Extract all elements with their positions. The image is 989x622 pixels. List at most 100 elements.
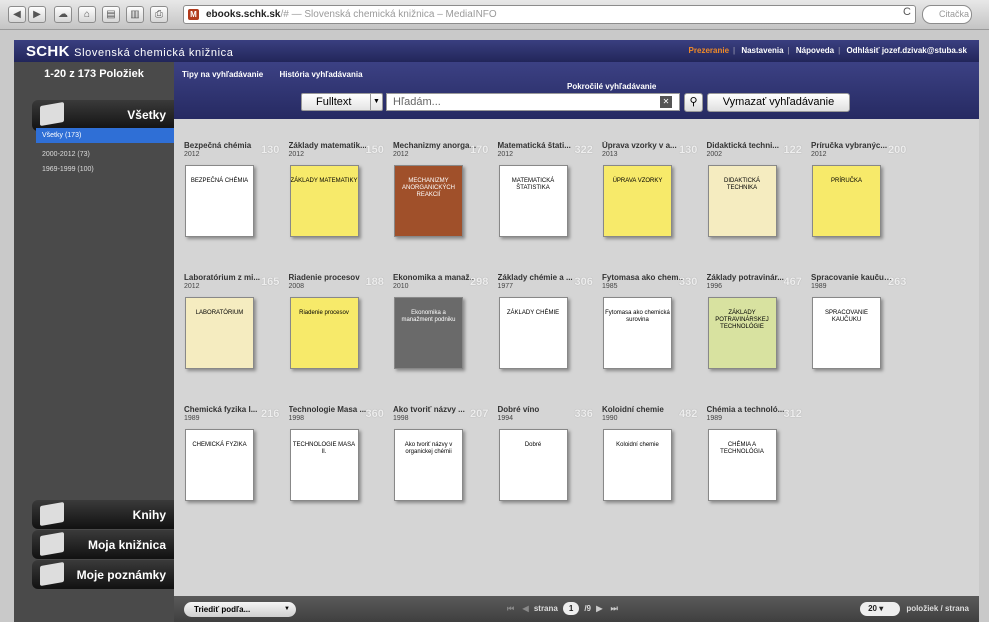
sidebar-books-button[interactable]: Knihy — [32, 500, 174, 529]
search-tabs: Tipy na vyhľadávanie História vyhľadávan… — [182, 70, 377, 79]
book-card[interactable]: Matematická štati... 2012 322 MATEMATICKÁ Š… — [498, 141, 602, 269]
page-number-input[interactable]: 1 — [563, 602, 580, 615]
book-card[interactable]: Mechanizmy anorga... 2012 170 MECHANIZMY AN… — [393, 141, 497, 269]
book-cover[interactable]: Fytomasa ako chemická surovina — [603, 297, 672, 369]
book-card[interactable]: Technologie Masa ... 1998 360 TECHNOLOGIE M… — [289, 405, 393, 533]
book-cover[interactable]: DIDAKTICKÁ TECHNIKA — [707, 165, 777, 237]
nav-help[interactable]: Nápoveda — [796, 46, 834, 55]
cloud-icon[interactable]: ☁ — [54, 6, 72, 23]
books-stack-icon — [40, 101, 64, 127]
book-card[interactable]: Riadenie procesov 2008 188 Riadenie proceso… — [289, 273, 393, 401]
book-year: 1989 — [811, 283, 827, 290]
book-cover[interactable]: MATEMATICKÁ ŠTATISTIKA — [498, 165, 568, 237]
book-card[interactable]: Fytomasa ako chem... 1985 330 Fytomasa ako … — [602, 273, 706, 401]
book-pages: 130 — [261, 144, 280, 156]
book-card[interactable]: Dobré víno 1994 336 Dobré — [498, 405, 602, 533]
book-card[interactable]: Ako tvoriť názvy ... 1998 207 Ako tvoriť ná… — [393, 405, 497, 533]
book-pages: 150 — [365, 144, 384, 156]
sidebar-all-button[interactable]: Všetky — [32, 100, 174, 131]
search-mode-select[interactable]: Fulltext ▼ — [301, 93, 383, 111]
book-card[interactable]: Príručka vybranýc... 2012 200 PRÍRUČKA — [811, 141, 915, 269]
book-year: 1996 — [706, 283, 723, 290]
last-page-icon[interactable]: ⏭ — [611, 604, 618, 613]
tab-search-tips[interactable]: Tipy na vyhľadávanie — [182, 70, 263, 79]
bookmarks-icon[interactable]: ▤ — [102, 6, 120, 23]
tree-item-2000-2012[interactable]: 2000-2012 (73) — [36, 147, 174, 162]
book-pages: 170 — [470, 144, 489, 156]
book-cover[interactable]: CHÉMIA A TECHNOLÓGIA — [707, 429, 777, 501]
print-icon[interactable]: ⎙ — [150, 6, 168, 23]
next-page-icon[interactable]: ▶ — [596, 604, 602, 613]
book-card[interactable]: Úprava vzorky v a... 2013 130 ÚPRAVA VZORKY — [602, 141, 706, 269]
nav-logout[interactable]: Odhlásiť jozef.dzivak@stuba.sk — [846, 46, 967, 55]
book-cover[interactable]: Dobré — [498, 429, 568, 501]
tree-item-all[interactable]: Všetky (173) — [36, 128, 174, 143]
prev-page-icon[interactable]: ◀ — [522, 604, 528, 613]
book-cover[interactable]: Koloidní chemie — [603, 429, 672, 501]
book-cover[interactable]: TECHNOLOGIE MASA II. — [289, 429, 359, 501]
book-card[interactable]: Chemická fyzika I... 1989 216 CHEMICKÁ FYZI… — [184, 405, 288, 533]
book-card[interactable]: Ekonomika a manaž... 2010 298 Ekonomika a m… — [393, 273, 497, 401]
book-card[interactable]: Koloidní chemie 1990 482 Koloidní chemie — [602, 405, 706, 533]
book-title: Riadenie procesov — [288, 273, 360, 282]
home-icon[interactable]: ⌂ — [78, 6, 96, 23]
sidebar-library-button[interactable]: Moja knižnica — [32, 530, 174, 559]
favicon-icon: M — [188, 9, 199, 20]
back-icon[interactable]: ◀ — [8, 6, 26, 23]
book-cover[interactable]: CHEMICKÁ FYZIKA — [185, 429, 254, 501]
book-title: Laboratórium z mi... — [184, 273, 261, 282]
search-input[interactable]: Hľadám... — [386, 93, 680, 111]
cover-text: Ako tvoriť názvy v organickej chémii — [404, 442, 453, 455]
book-card[interactable]: Základy chémie a ... 1977 306 ZÁKLADY CHÉMI… — [498, 273, 602, 401]
book-card[interactable]: Spracovanie kaučuk... 1989 263 SPRACOVANIE … — [811, 273, 915, 401]
reader-icon[interactable]: ▥ — [126, 6, 144, 23]
per-page-select[interactable]: 20 ▾ — [860, 602, 901, 616]
nav-browse[interactable]: Prezeranie — [689, 46, 729, 55]
forward-icon[interactable]: ▶ — [28, 6, 46, 23]
book-card[interactable]: Bezpečná chémia 2012 130 BEZPEČNÁ CHÉMIA — [184, 141, 288, 269]
book-cover[interactable]: BEZPEČNÁ CHÉMIA — [185, 165, 254, 237]
tab-search-history[interactable]: História vyhľadávania — [279, 70, 362, 79]
app-header: SCHK Slovenská chemická knižnica Prezera… — [14, 40, 979, 62]
book-cover[interactable]: ZÁKLADY CHÉMIE — [498, 297, 568, 369]
tree-item-1969-1999[interactable]: 1969-1999 (100) — [36, 162, 174, 177]
book-card[interactable]: Základy matematik... 2012 150 ZÁKLADY MATEM… — [289, 141, 393, 269]
clear-search-button[interactable]: Vymazať vyhľadávanie — [707, 93, 850, 112]
nav-separator: | — [838, 46, 841, 55]
book-card[interactable]: Chémia a technoló... 1989 312 CHÉMIA A TECH… — [707, 405, 811, 533]
reload-icon[interactable]: C — [903, 6, 911, 18]
book-cover[interactable]: ZÁKLADY POTRAVINÁRSKEJ TECHNOLÓGIE — [707, 297, 777, 369]
book-card[interactable]: Laboratórium z mi... 2012 165 LABORATÓRIUM — [184, 273, 288, 401]
book-cover[interactable]: ÚPRAVA VZORKY — [603, 165, 672, 237]
book-pages: 467 — [783, 276, 802, 288]
first-page-icon[interactable]: ⏮ — [507, 604, 514, 613]
book-cover[interactable]: Ako tvoriť názvy v organickej chémii — [394, 429, 463, 501]
book-cover[interactable]: LABORATÓRIUM — [185, 297, 254, 369]
logo-subtitle: Slovenská chemická knižnica — [74, 47, 234, 59]
sidebar-notes-button[interactable]: Moje poznámky — [32, 560, 174, 589]
sort-select[interactable]: Triediť podľa... ▼ — [184, 602, 296, 617]
book-year: 1994 — [497, 415, 514, 422]
book-cover[interactable]: Riadenie procesov — [289, 297, 359, 369]
advanced-search-link[interactable]: Pokročilé vyhľadávanie — [567, 82, 656, 91]
book-pages: 216 — [261, 408, 280, 420]
book-cover[interactable]: SPRACOVANIE KAUČUKU — [812, 297, 881, 369]
book-year: 1989 — [706, 415, 723, 422]
nav-settings[interactable]: Nastavenia — [741, 46, 783, 55]
cover-text: MATEMATICKÁ ŠTATISTIKA — [511, 178, 555, 191]
clear-input-icon[interactable]: ✕ — [660, 96, 672, 108]
cover-text: CHEMICKÁ FYZIKA — [192, 442, 247, 448]
book-cover[interactable]: Ekonomika a manažment podniku — [394, 297, 463, 369]
book-title: Technologie Masa ... — [288, 405, 367, 414]
url-bar[interactable]: M ebooks.schk.sk/# — Slovenská chemická … — [183, 5, 916, 24]
book-card[interactable]: Didaktická techni... 2002 122 DIDAKTICKÁ TE… — [707, 141, 811, 269]
browser-search-input[interactable]: Citačka — [922, 5, 972, 24]
book-cover[interactable]: ZÁKLADY MATEMATIKY — [289, 165, 359, 237]
book-card[interactable]: Základy potravinár... 1996 467 ZÁKLADY POTR… — [707, 273, 811, 401]
book-cover[interactable]: PRÍRUČKA — [812, 165, 881, 237]
nav-separator: | — [733, 46, 736, 55]
logo[interactable]: SCHK Slovenská chemická knižnica — [26, 43, 233, 60]
book-cover[interactable]: MECHANIZMY ANORGANICKÝCH REAKCIÍ — [394, 165, 463, 237]
search-icon[interactable]: ⚲ — [684, 93, 703, 112]
book-pages: 207 — [470, 408, 489, 420]
